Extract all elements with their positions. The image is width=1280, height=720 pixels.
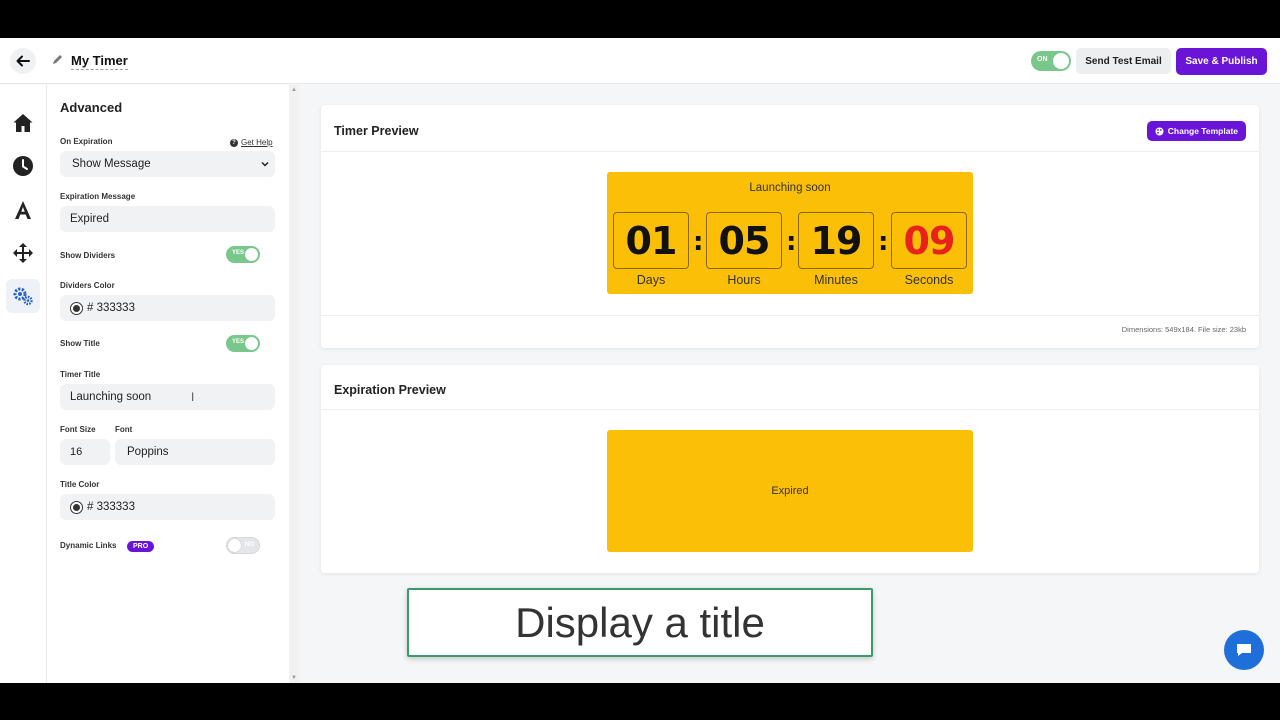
expiration-preview-card: Expiration Preview Expired bbox=[321, 365, 1259, 573]
rail-advanced[interactable] bbox=[6, 279, 40, 313]
divider-colon: : bbox=[878, 227, 889, 257]
title-color-label: Title Color bbox=[60, 480, 100, 489]
panel-scrollbar[interactable]: ▲ ▼ bbox=[289, 85, 299, 683]
on-expiration-value: Show Message bbox=[72, 158, 151, 170]
dynamic-links-state: NO bbox=[245, 542, 254, 548]
live-toggle[interactable]: ON bbox=[1031, 51, 1071, 71]
chat-button[interactable] bbox=[1224, 630, 1264, 670]
hours-value: 05 bbox=[706, 212, 782, 269]
days-label: Days bbox=[636, 273, 666, 287]
back-button[interactable] bbox=[10, 48, 36, 74]
get-help-link[interactable]: ? Get Help bbox=[230, 138, 273, 147]
chevron-down-icon bbox=[261, 161, 269, 167]
video-caption: Display a title bbox=[407, 588, 873, 657]
timer-title-value: Launching soon bbox=[70, 391, 152, 403]
show-title-label: Show Title bbox=[60, 339, 100, 348]
expiration-message-label: Expiration Message bbox=[60, 192, 136, 201]
divider bbox=[321, 315, 1259, 316]
dynamic-links-toggle[interactable]: NO bbox=[226, 537, 260, 554]
rail-home[interactable] bbox=[6, 106, 40, 140]
scroll-down-icon[interactable]: ▼ bbox=[291, 675, 297, 681]
top-bar: My Timer ON Send Test Email Save & Publi… bbox=[0, 38, 1280, 84]
dividers-color-value: # 333333 bbox=[87, 302, 135, 314]
save-publish-button[interactable]: Save & Publish bbox=[1176, 48, 1267, 75]
arrow-left-icon bbox=[16, 55, 30, 67]
toggle-knob bbox=[228, 539, 241, 552]
show-dividers-state: YES bbox=[232, 250, 245, 256]
show-dividers-label: Show Dividers bbox=[60, 251, 116, 260]
timer-title-input[interactable]: Launching soon I bbox=[60, 384, 275, 410]
expiration-preview-title: Expiration Preview bbox=[334, 383, 446, 397]
countdown-timer: Launching soon 01 : 05 : 19 : 09 Days Ho… bbox=[607, 172, 973, 294]
change-template-label: Change Template bbox=[1167, 126, 1238, 136]
app-window: My Timer ON Send Test Email Save & Publi… bbox=[0, 38, 1280, 683]
font-size-input[interactable]: 16 bbox=[60, 439, 110, 465]
expired-message: Expired bbox=[771, 485, 809, 497]
show-title-toggle[interactable]: YES bbox=[226, 335, 260, 352]
move-icon bbox=[13, 243, 33, 263]
show-dividers-toggle[interactable]: YES bbox=[226, 246, 260, 263]
countdown-title: Launching soon bbox=[749, 182, 831, 194]
timer-preview-title: Timer Preview bbox=[334, 124, 419, 138]
seconds-label: Seconds bbox=[904, 273, 954, 287]
color-swatch[interactable] bbox=[71, 302, 82, 314]
toggle-knob bbox=[1053, 53, 1069, 69]
divider-colon: : bbox=[786, 227, 797, 257]
live-toggle-label: ON bbox=[1037, 56, 1048, 63]
clock-icon bbox=[13, 156, 33, 176]
toggle-knob bbox=[245, 337, 258, 350]
expired-message-box: Expired bbox=[607, 430, 973, 552]
rail-layout[interactable] bbox=[6, 236, 40, 270]
card-header: Timer Preview Change Template bbox=[321, 105, 1259, 152]
on-expiration-select[interactable]: Show Message bbox=[60, 151, 275, 177]
toggle-knob bbox=[245, 248, 258, 261]
timer-name[interactable]: My Timer bbox=[71, 53, 128, 70]
minutes-label: Minutes bbox=[814, 273, 858, 287]
home-icon bbox=[13, 114, 33, 132]
timer-preview-card: Timer Preview Change Template Launching … bbox=[321, 105, 1259, 348]
timer-title-label: Timer Title bbox=[60, 370, 101, 379]
days-value: 01 bbox=[613, 212, 689, 269]
send-test-email-button[interactable]: Send Test Email bbox=[1076, 48, 1171, 74]
font-select[interactable]: Poppins bbox=[115, 439, 275, 465]
title-color-value: # 333333 bbox=[87, 501, 135, 513]
gears-icon bbox=[13, 287, 33, 306]
chat-icon bbox=[1237, 644, 1251, 656]
get-help-label: Get Help bbox=[241, 138, 273, 147]
pro-badge: PRO bbox=[127, 541, 155, 552]
icon-rail bbox=[0, 85, 47, 683]
palette-icon bbox=[1155, 127, 1164, 135]
rail-timer[interactable] bbox=[6, 149, 40, 183]
dimensions-info: Dimensions: 549x184. File size: 23kb bbox=[1121, 325, 1246, 334]
advanced-settings-panel: Advanced On Expiration ? Get Help Show M… bbox=[47, 85, 289, 683]
question-icon: ? bbox=[230, 138, 238, 147]
dividers-color-label: Dividers Color bbox=[60, 281, 115, 290]
expiration-message-input[interactable]: Expired bbox=[60, 206, 275, 232]
panel-title: Advanced bbox=[60, 100, 123, 115]
title-color-input[interactable]: # 333333 bbox=[60, 494, 275, 520]
font-size-label: Font Size bbox=[60, 425, 96, 434]
dynamic-links-label: Dynamic Links bbox=[60, 541, 117, 550]
divider-colon: : bbox=[693, 227, 704, 257]
on-expiration-label: On Expiration bbox=[60, 137, 113, 146]
scroll-up-icon[interactable]: ▲ bbox=[291, 87, 297, 93]
color-swatch[interactable] bbox=[71, 501, 82, 513]
dividers-color-input[interactable]: # 333333 bbox=[60, 295, 275, 321]
font-label: Font bbox=[115, 425, 133, 434]
show-title-state: YES bbox=[232, 339, 245, 345]
pencil-icon[interactable] bbox=[51, 53, 64, 66]
seconds-value: 09 bbox=[891, 212, 967, 269]
hours-label: Hours bbox=[727, 273, 761, 287]
text-cursor-icon: I bbox=[191, 390, 195, 404]
rail-typography[interactable] bbox=[6, 193, 40, 227]
change-template-button[interactable]: Change Template bbox=[1146, 121, 1246, 141]
font-icon bbox=[15, 201, 31, 219]
card-header: Expiration Preview bbox=[321, 365, 1259, 410]
minutes-value: 19 bbox=[798, 212, 874, 269]
